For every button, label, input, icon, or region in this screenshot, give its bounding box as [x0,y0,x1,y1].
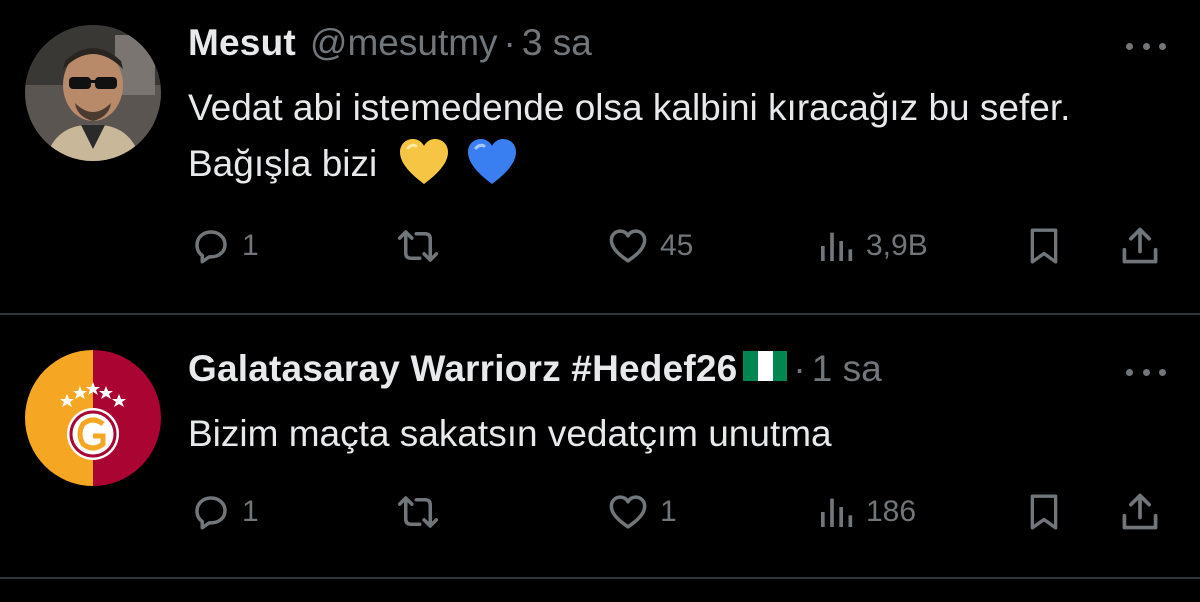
bookmark-icon [1030,494,1058,530]
view-count: 186 [866,495,917,528]
blue-heart-icon [467,139,516,184]
like-count: 45 [660,229,694,262]
tweet-text-content: Vedat abi istemedende olsa kalbini kırac… [188,87,1071,184]
author-handle[interactable]: @mesutmy [310,22,498,64]
like-icon [609,229,647,263]
bookmark-button[interactable] [1024,484,1064,540]
timestamp[interactable]: 3 sa [522,22,592,64]
reply-button[interactable]: 1 [190,218,259,274]
share-icon [1122,493,1158,530]
separator: · [503,22,516,63]
views-icon [821,232,853,261]
tweet-text: Bizim maçta sakatsın vedatçım unutma [188,406,1168,462]
tweet-actions: 1 1 186 [0,484,1200,540]
reply-count: 1 [242,229,259,262]
reply-count: 1 [242,495,259,528]
timestamp[interactable]: 1 sa [812,348,882,390]
view-count: 3,9B [866,229,928,262]
share-button[interactable] [1118,484,1162,540]
more-icon[interactable] [1126,36,1166,56]
share-button[interactable] [1118,218,1162,274]
like-icon [609,495,647,529]
reply-button[interactable]: 1 [190,484,259,540]
tweet-text-content: Bizim maçta sakatsın vedatçım unutma [188,413,832,454]
separator: · [793,348,806,389]
more-icon[interactable] [1126,362,1166,382]
tweet-header: Galatasaray Warriorz #Hedef26 · 1 sa [188,348,882,396]
tweet-text: Vedat abi istemedende olsa kalbini kırac… [188,80,1168,192]
avatar[interactable] [25,350,161,486]
divider [0,577,1200,579]
retweet-icon [397,230,439,262]
like-button[interactable]: 1 [606,484,677,540]
views-button[interactable]: 186 [816,484,916,540]
like-button[interactable]: 45 [606,218,693,274]
reply-icon [195,230,227,264]
bookmark-icon [1030,228,1058,264]
author-name[interactable]: Mesut [188,22,296,64]
nigeria-flag-icon [743,351,788,381]
avatar[interactable] [25,25,161,161]
share-icon [1122,227,1158,264]
retweet-icon [397,496,439,528]
divider [0,313,1200,315]
tweet-actions: 1 45 3,9B [0,218,1200,274]
retweet-button[interactable] [395,218,441,274]
yellow-heart-icon [399,139,448,184]
tweet-header: Mesut @mesutmy · 3 sa [188,22,592,70]
bookmark-button[interactable] [1024,218,1064,274]
views-icon [821,498,853,527]
tweet[interactable]: Mesut @mesutmy · 3 sa Vedat abi istemede… [0,0,1200,314]
author-name[interactable]: Galatasaray Warriorz #Hedef26 [188,348,737,390]
reply-icon [195,496,227,530]
like-count: 1 [660,495,677,528]
views-button[interactable]: 3,9B [816,218,928,274]
tweet[interactable]: Galatasaray Warriorz #Hedef26 · 1 sa Biz… [0,316,1200,578]
retweet-button[interactable] [395,484,441,540]
